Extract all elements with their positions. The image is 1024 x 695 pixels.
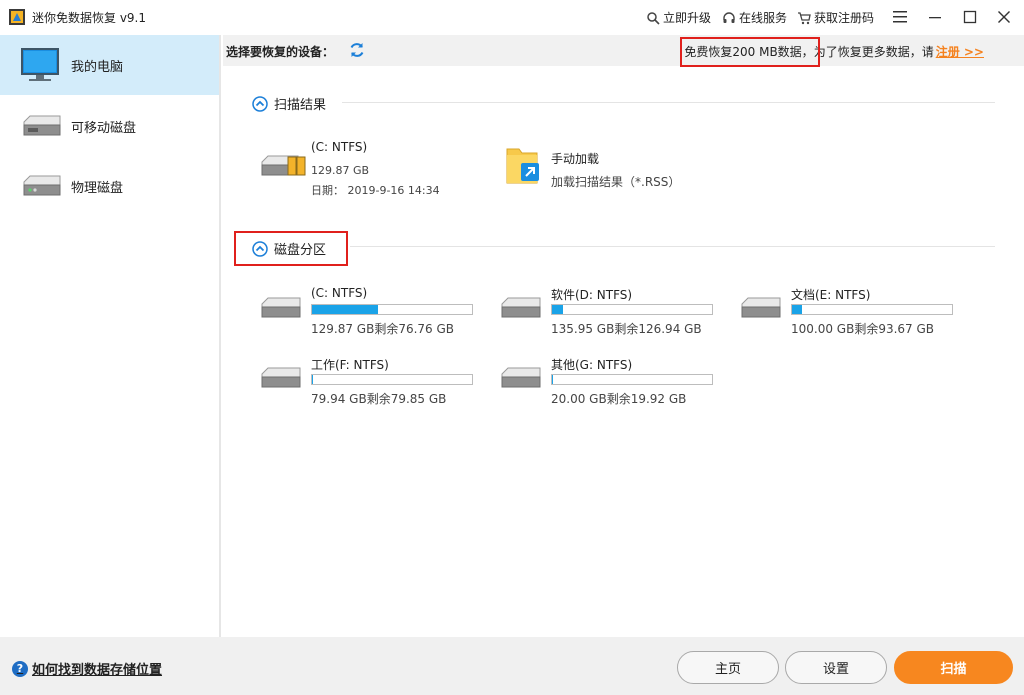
usage-bar [311, 304, 473, 315]
sidebar-item-label: 可移动磁盘 [71, 120, 137, 136]
maximize-button[interactable] [958, 6, 982, 28]
divider [342, 102, 995, 103]
usage-fill [312, 305, 378, 314]
sidebar-item-my-computer[interactable]: 我的电脑 [0, 35, 219, 95]
hamburger-icon [893, 11, 907, 23]
partition-f[interactable]: 工作(F: NTFS) 79.94 GB剩余79.85 GB [259, 356, 489, 412]
close-button[interactable] [992, 6, 1016, 28]
headset-icon [723, 11, 735, 23]
partition-capacity: 79.94 GB剩余79.85 GB [311, 392, 447, 406]
help-link[interactable]: ? 如何找到数据存储位置 [12, 659, 162, 678]
close-icon [998, 11, 1010, 23]
get-code-label: 获取注册码 [814, 11, 875, 25]
manual-load-subtitle: 加载扫描结果（*.RSS） [551, 175, 681, 189]
promo-more: 为了恢复更多数据，请 [813, 45, 934, 59]
scan-result-title: (C: NTFS) [311, 140, 368, 154]
refresh-icon[interactable] [348, 41, 366, 59]
drive-icon [261, 297, 301, 318]
online-service-label: 在线服务 [739, 11, 788, 25]
usage-bar [791, 304, 953, 315]
partition-e[interactable]: 文档(E: NTFS) 100.00 GB剩余93.67 GB [739, 286, 969, 342]
manual-load[interactable]: 手动加载 加载扫描结果（*.RSS） [505, 140, 705, 190]
minimize-button[interactable] [923, 6, 947, 28]
menu-button[interactable] [888, 6, 912, 28]
get-code-link[interactable]: 获取注册码 [797, 9, 874, 26]
partition-d[interactable]: 软件(D: NTFS) 135.95 GB剩余126.94 GB [499, 286, 729, 342]
footer: ? 如何找到数据存储位置 主页 设置 扫描 [0, 637, 1024, 695]
highlight-box-partitions [234, 231, 348, 266]
sidebar-item-removable-disk[interactable]: 可移动磁盘 [0, 96, 219, 156]
help-icon: ? [12, 660, 28, 677]
highlight-box-promo [680, 37, 820, 67]
physical-disk-icon [23, 175, 61, 196]
partition-capacity: 129.87 GB剩余76.76 GB [311, 322, 455, 336]
help-label: 如何找到数据存储位置 [32, 663, 163, 678]
partition-name: 软件(D: NTFS) [551, 288, 633, 302]
usage-fill [552, 375, 553, 384]
upgrade-link[interactable]: 立即升级 [646, 9, 711, 26]
manual-load-title: 手动加载 [551, 152, 600, 166]
collapse-icon[interactable] [252, 95, 268, 112]
partition-name: 工作(F: NTFS) [311, 358, 389, 372]
removable-disk-icon [23, 115, 61, 136]
settings-button[interactable]: 设置 [785, 651, 887, 684]
drive-history-icon [261, 155, 306, 176]
partition-name: (C: NTFS) [311, 286, 368, 300]
partition-c[interactable]: (C: NTFS) 129.87 GB剩余76.76 GB [259, 286, 489, 342]
drive-icon [261, 367, 301, 388]
scan-results-header[interactable]: 扫描结果 [252, 94, 326, 113]
scan-result-c[interactable]: (C: NTFS) 129.87 GB 日期： 2019-9-16 14:34 [258, 138, 448, 198]
scan-results-title: 扫描结果 [274, 98, 327, 113]
usage-bar [551, 374, 713, 385]
usage-fill [552, 305, 563, 314]
scan-result-size: 129.87 GB [311, 164, 370, 177]
usage-fill [792, 305, 803, 314]
home-button[interactable]: 主页 [677, 651, 779, 684]
search-icon [647, 11, 660, 25]
sidebar: 我的电脑 可移动磁盘 物理磁盘 [0, 35, 221, 637]
partition-capacity: 100.00 GB剩余93.67 GB [791, 322, 935, 336]
usage-bar [311, 374, 473, 385]
sidebar-item-physical-disk[interactable]: 物理磁盘 [0, 156, 219, 216]
upgrade-label: 立即升级 [663, 11, 712, 25]
partition-name: 文档(E: NTFS) [791, 288, 871, 302]
drive-icon [741, 297, 781, 318]
scan-result-date: 日期： 2019-9-16 14:34 [311, 184, 440, 197]
app-title: 迷你免数据恢复 v9.1 [32, 11, 147, 25]
online-service-link[interactable]: 在线服务 [722, 9, 787, 26]
title-bar: 迷你免数据恢复 v9.1 立即升级 在线服务 获取注册码 [0, 0, 1024, 35]
minimize-icon [929, 17, 941, 19]
partition-capacity: 20.00 GB剩余19.92 GB [551, 392, 687, 406]
sidebar-item-label: 物理磁盘 [71, 180, 124, 196]
drive-icon [501, 367, 541, 388]
device-bar: 选择要恢复的设备： 免费恢复200 MB数据， 为了恢复更多数据，请 注册 >> [223, 35, 1024, 66]
register-link[interactable]: 注册 >> [936, 43, 984, 60]
device-bar-label: 选择要恢复的设备： [226, 45, 335, 59]
cart-icon [798, 11, 811, 24]
divider [350, 246, 995, 247]
app-logo-icon [9, 9, 25, 25]
partition-g[interactable]: 其他(G: NTFS) 20.00 GB剩余19.92 GB [499, 356, 729, 412]
scan-button[interactable]: 扫描 [894, 651, 1013, 684]
partition-capacity: 135.95 GB剩余126.94 GB [551, 322, 702, 336]
folder-load-icon [506, 148, 539, 184]
sidebar-item-label: 我的电脑 [71, 59, 124, 75]
monitor-icon [21, 48, 59, 81]
drive-icon [501, 297, 541, 318]
partition-name: 其他(G: NTFS) [551, 358, 633, 372]
usage-bar [551, 304, 713, 315]
maximize-icon [963, 10, 977, 24]
